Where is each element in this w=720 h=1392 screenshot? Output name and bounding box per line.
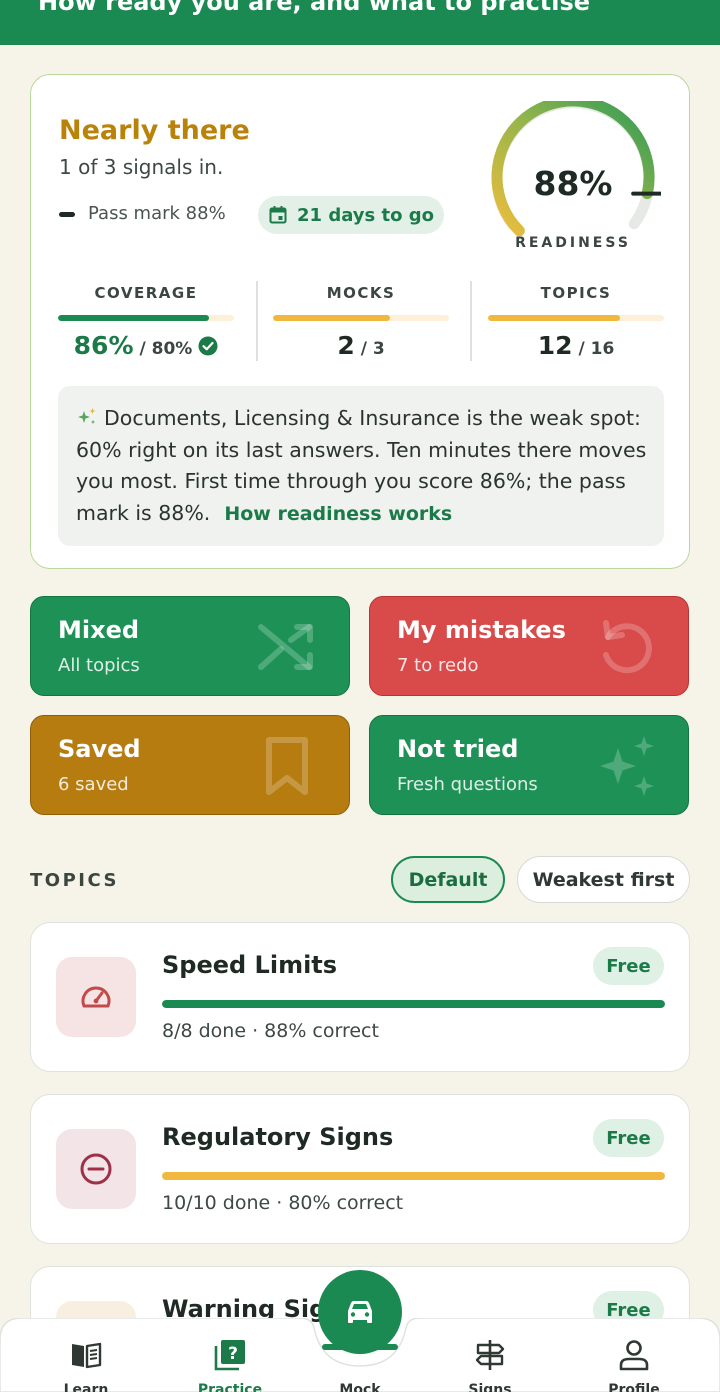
speedometer-icon — [81, 986, 111, 1008]
metric-bar — [488, 315, 664, 321]
tile-subtitle: Fresh questions — [397, 774, 538, 795]
topic-progress-fill — [162, 1000, 665, 1008]
free-badge: Free — [593, 947, 664, 985]
metric-label: MOCKS — [326, 284, 396, 302]
header-subtitle: How ready you are, and what to practise — [38, 0, 591, 16]
metric-label: COVERAGE — [94, 284, 198, 302]
metric-divider — [470, 281, 472, 361]
readiness-insight: Documents, Licensing & Insurance is the … — [58, 386, 664, 546]
sort-default-chip[interactable]: Default — [391, 856, 505, 903]
sparkles-icon — [600, 736, 654, 796]
tile-title: Saved — [58, 735, 141, 763]
pass-mark-dash-icon — [59, 212, 75, 217]
nav-label: Learn — [63, 1382, 109, 1392]
readiness-status-title: Nearly there — [59, 115, 250, 146]
app-header: How ready you are, and what to practise — [0, 0, 720, 45]
days-to-go-text: 21 days to go — [297, 204, 434, 226]
topic-stats: 8/8 done · 88% correct — [162, 1020, 379, 1042]
signpost-icon — [475, 1340, 505, 1370]
topic-title: Regulatory Signs — [162, 1123, 394, 1151]
topic-card[interactable]: Speed Limits Free 8/8 done · 88% correct — [30, 922, 690, 1072]
sort-weakest-first-chip[interactable]: Weakest first — [517, 856, 690, 903]
metric-bar — [273, 315, 449, 321]
nav-signs[interactable]: Signs — [440, 1338, 540, 1392]
readiness-percentage: 88% — [533, 164, 613, 203]
metric-bar-fill — [488, 315, 620, 321]
topic-card[interactable]: Regulatory Signs Free 10/10 done · 80% c… — [30, 1094, 690, 1244]
topic-stats: 10/10 done · 80% correct — [162, 1192, 404, 1214]
topics-heading: TOPICS — [30, 870, 119, 891]
metric-value: 12 — [537, 331, 573, 360]
topic-progress-bar — [162, 1172, 665, 1180]
readiness-card: Nearly there 1 of 3 signals in. Pass mar… — [30, 74, 690, 569]
metric-label: TOPICS — [540, 284, 612, 302]
mixed-practice-tile[interactable]: Mixed All topics — [30, 596, 350, 696]
nav-label: Mock — [339, 1382, 381, 1392]
metric-value-row: 12 / 16 — [488, 331, 664, 360]
no-entry-icon — [80, 1153, 112, 1185]
check-circle-icon — [198, 336, 218, 355]
topic-progress-fill — [162, 1172, 665, 1180]
metric-value: 2 — [337, 331, 355, 360]
metric-divider — [256, 281, 258, 361]
bookmark-icon — [266, 737, 308, 795]
free-badge: Free — [593, 1119, 664, 1157]
metric-value-row: 2 / 3 — [273, 331, 449, 360]
saved-tile[interactable]: Saved 6 saved — [30, 715, 350, 815]
metric-value: 86% — [73, 331, 134, 360]
car-icon — [348, 1301, 372, 1323]
quiz-icon: ? — [214, 1340, 245, 1371]
metric-bar — [58, 315, 234, 321]
shuffle-icon — [258, 624, 313, 670]
topic-icon-box — [56, 1129, 136, 1209]
readiness-metrics: COVERAGE 86% / 80% MOCKS 2 / 3 TOPICS 12… — [58, 281, 664, 361]
topic-progress-bar — [162, 1000, 665, 1008]
tile-title: Mixed — [58, 616, 140, 644]
metric-bar-fill — [273, 315, 391, 321]
nav-practice[interactable]: ? Practice — [180, 1338, 280, 1392]
book-icon — [72, 1342, 102, 1369]
nav-label: Signs — [468, 1382, 512, 1392]
tile-subtitle: 6 saved — [58, 774, 129, 795]
metric-coverage[interactable]: COVERAGE 86% / 80% — [58, 281, 234, 361]
metric-topics[interactable]: TOPICS 12 / 16 — [488, 281, 664, 361]
how-readiness-works-link[interactable]: How readiness works — [224, 503, 452, 525]
mock-exam-button[interactable] — [318, 1270, 402, 1354]
redo-icon — [603, 620, 652, 674]
tile-subtitle: All topics — [58, 655, 140, 676]
metric-target: / 80% — [139, 339, 193, 359]
nav-learn[interactable]: Learn — [36, 1338, 136, 1392]
readiness-status-subtitle: 1 of 3 signals in. — [59, 155, 224, 179]
metric-target: / 16 — [578, 339, 615, 359]
readiness-gauge-label: READINESS — [515, 235, 631, 251]
nav-profile[interactable]: Profile — [584, 1338, 684, 1392]
nav-label: Practice — [197, 1382, 263, 1392]
metric-value-row: 86% / 80% — [58, 331, 234, 360]
tile-title: My mistakes — [397, 616, 566, 644]
sparkle-icon — [78, 408, 96, 424]
metric-bar-fill — [58, 315, 210, 321]
calendar-icon — [269, 206, 287, 224]
my-mistakes-tile[interactable]: My mistakes 7 to redo — [369, 596, 689, 696]
person-icon — [619, 1340, 649, 1371]
days-to-go-chip[interactable]: 21 days to go — [258, 196, 444, 234]
tile-title: Not tried — [397, 735, 519, 763]
tile-subtitle: 7 to redo — [397, 655, 479, 676]
topic-icon-box — [56, 957, 136, 1037]
not-tried-tile[interactable]: Not tried Fresh questions — [369, 715, 689, 815]
pass-mark-label: Pass mark 88% — [88, 203, 226, 224]
topic-title: Speed Limits — [162, 951, 338, 979]
nav-label: Profile — [608, 1382, 660, 1392]
svg-text:?: ? — [228, 1344, 238, 1364]
metric-target: / 3 — [360, 339, 385, 359]
metric-mocks[interactable]: MOCKS 2 / 3 — [273, 281, 449, 361]
